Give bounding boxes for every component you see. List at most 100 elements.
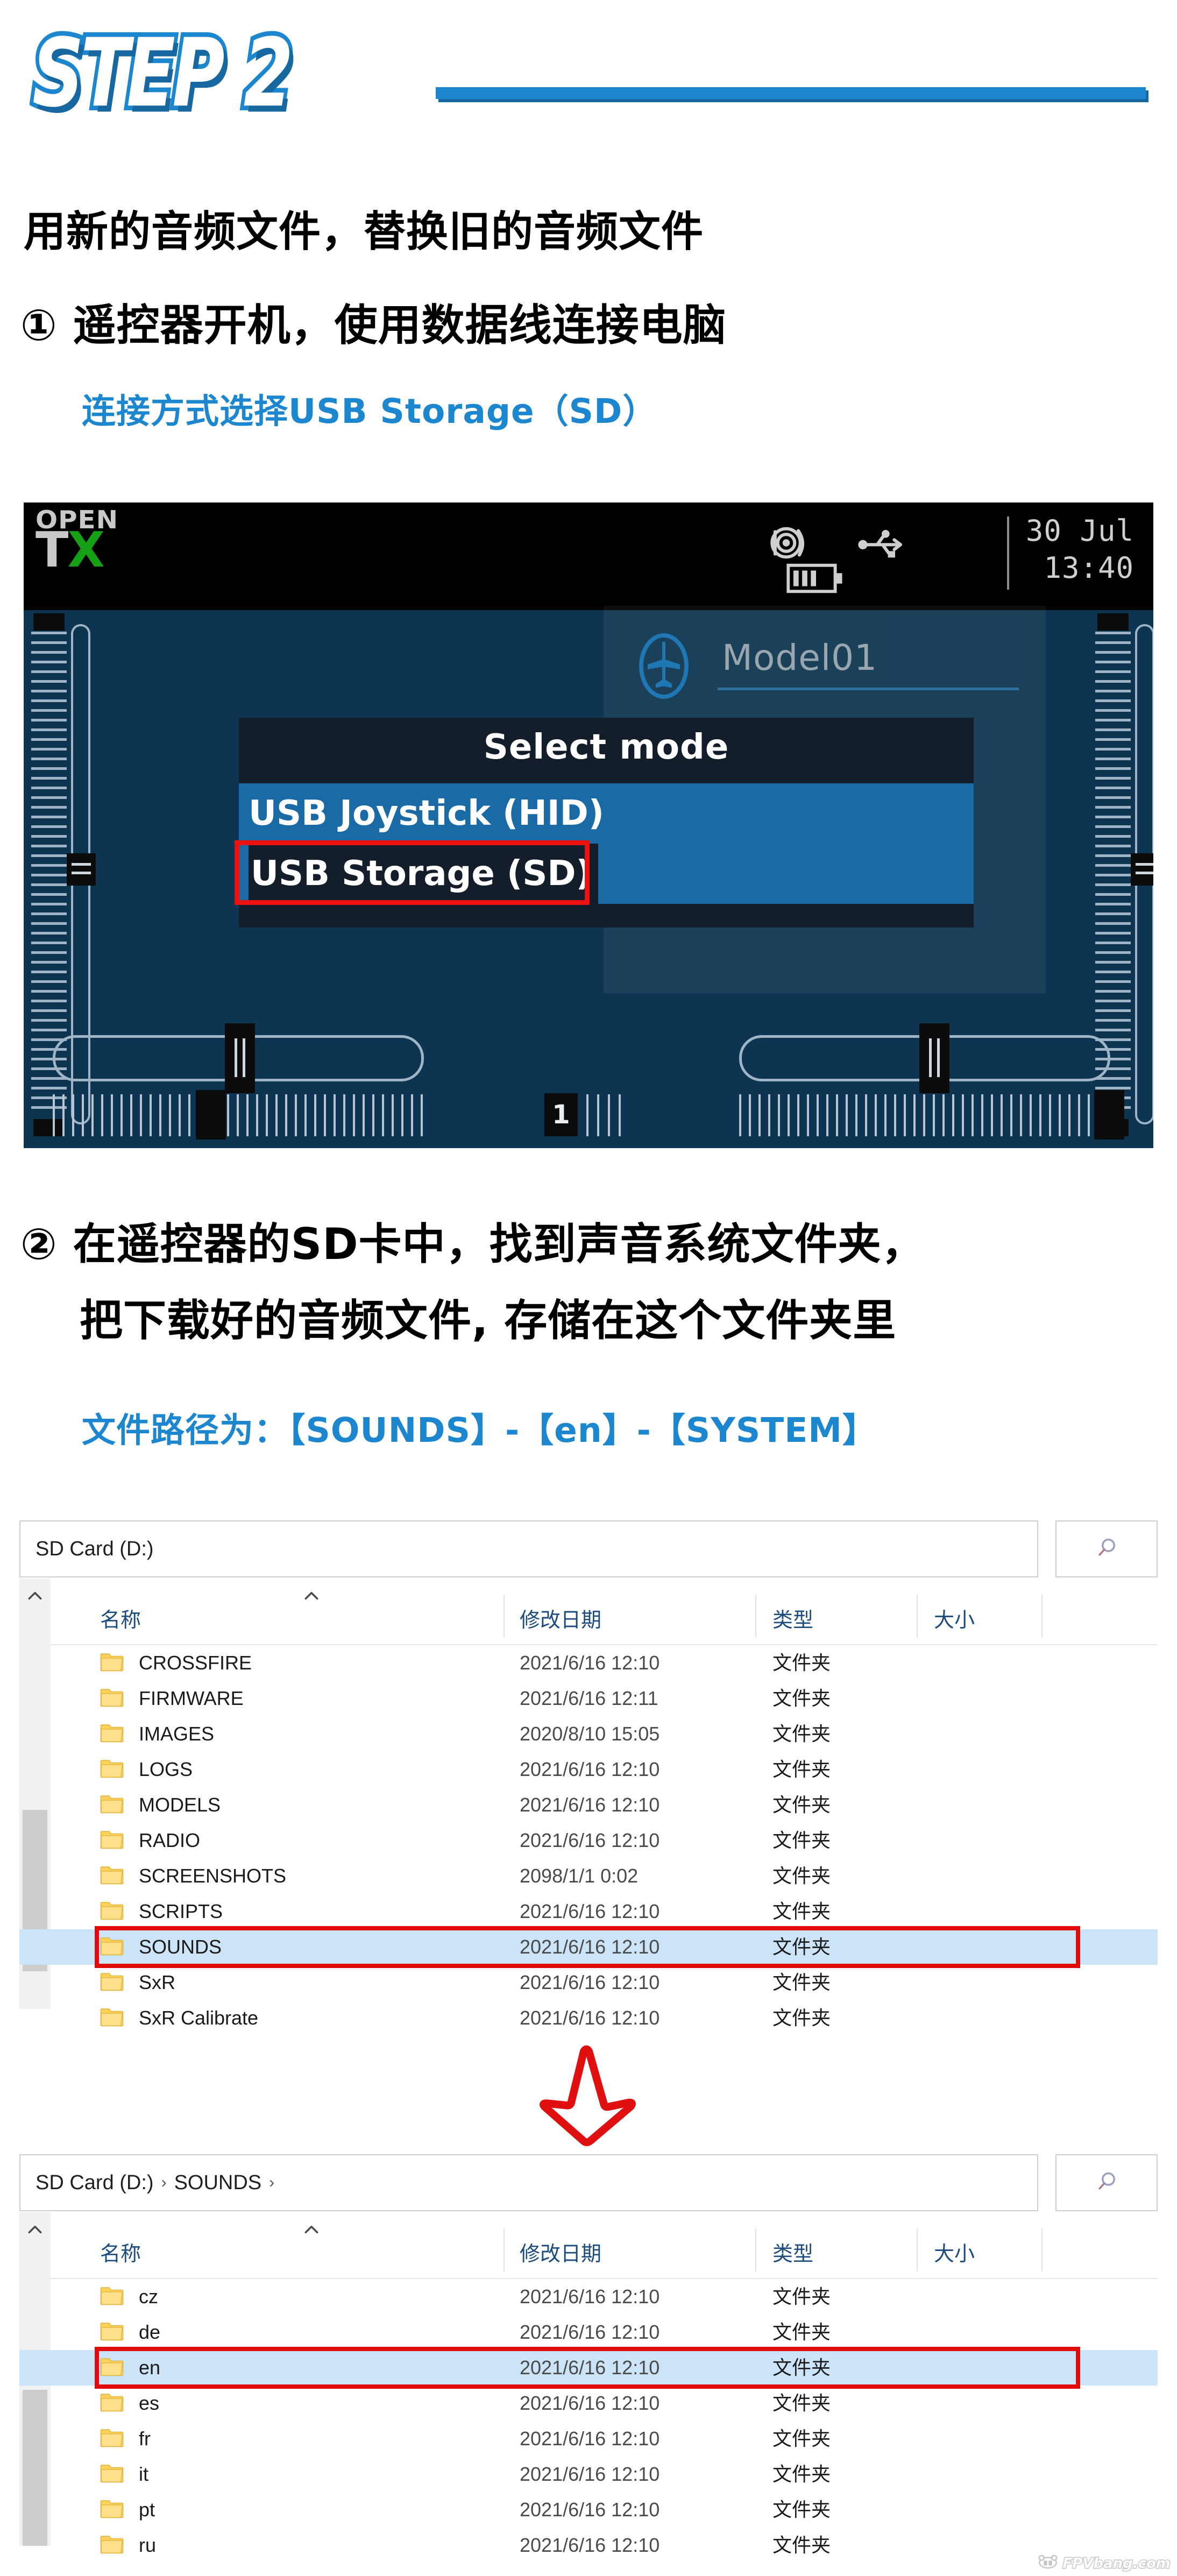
table-row[interactable]: SOUNDS 2021/6/16 12:10 文件夹 bbox=[19, 1926, 1158, 1968]
cell-name: SCREENSHOTS bbox=[139, 1865, 287, 1887]
cell-type: 文件夹 bbox=[772, 1936, 831, 1958]
column-header-type[interactable]: 类型 bbox=[772, 2237, 813, 2267]
dialog-option-usb-storage[interactable]: USB Storage (SD) bbox=[235, 840, 974, 905]
table-row[interactable]: SCRIPTS 2021/6/16 12:10 文件夹 bbox=[19, 1894, 1158, 1929]
column-header-type[interactable]: 类型 bbox=[772, 1603, 813, 1633]
folder-icon bbox=[100, 1863, 124, 1889]
breadcrumb[interactable]: SD Card (D:) › SOUNDS › bbox=[20, 2171, 274, 2195]
table-row[interactable]: en 2021/6/16 12:10 文件夹 bbox=[19, 2347, 1158, 2389]
right-slider-top-cap bbox=[1097, 613, 1129, 631]
cell-name: MODELS bbox=[139, 1794, 221, 1816]
folder-icon bbox=[100, 2319, 124, 2345]
left-slider-knob[interactable] bbox=[67, 853, 96, 886]
breadcrumb-separator: › bbox=[161, 2174, 167, 2191]
model-name: Model01 bbox=[722, 637, 878, 678]
left-horizontal-trim[interactable] bbox=[53, 1023, 424, 1093]
cell-type: 文件夹 bbox=[772, 1758, 831, 1780]
cell-type: 文件夹 bbox=[772, 1865, 831, 1887]
cell-name: pt bbox=[139, 2499, 155, 2521]
page-title: 用新的音频文件，替换旧的音频文件 bbox=[24, 208, 704, 256]
breadcrumb-item-0[interactable]: SD Card (D:) bbox=[36, 2171, 154, 2195]
cell-date: 2021/6/16 12:10 bbox=[520, 2499, 660, 2521]
folder-icon bbox=[100, 2390, 124, 2416]
table-row[interactable]: MODELS 2021/6/16 12:10 文件夹 bbox=[19, 1787, 1158, 1823]
cell-name: SOUNDS bbox=[139, 1936, 222, 1958]
breadcrumb-item-1[interactable]: SOUNDS bbox=[174, 2171, 262, 2195]
dialog-title: Select mode bbox=[483, 727, 729, 767]
cell-type: 文件夹 bbox=[772, 2499, 831, 2521]
column-divider bbox=[1041, 2228, 1043, 2271]
dialog-option-usb-joystick[interactable]: USB Joystick (HID) bbox=[239, 783, 974, 844]
step-2-heading-line1: ② 在遥控器的SD卡中，找到声音系统文件夹， bbox=[20, 1219, 925, 1269]
table-row[interactable]: SxR 2021/6/16 12:10 文件夹 bbox=[19, 1965, 1158, 2000]
cell-date: 2021/6/16 12:10 bbox=[520, 2285, 660, 2308]
cell-name: CROSSFIRE bbox=[139, 1652, 252, 1674]
search-input[interactable] bbox=[1055, 1520, 1158, 1577]
cell-name: cz bbox=[139, 2285, 158, 2308]
cell-date: 2021/6/16 12:10 bbox=[520, 1829, 660, 1851]
cell-type: 文件夹 bbox=[772, 2392, 831, 2414]
cell-date: 2021/6/16 12:10 bbox=[520, 2428, 660, 2450]
table-row[interactable]: LOGS 2021/6/16 12:10 文件夹 bbox=[19, 1752, 1158, 1787]
table-row[interactable]: CROSSFIRE 2021/6/16 12:10 文件夹 bbox=[19, 1645, 1158, 1681]
address-bar[interactable]: SD Card (D:) › SOUNDS › bbox=[19, 2154, 1038, 2211]
right-slider-knob[interactable] bbox=[1131, 853, 1153, 886]
column-header-name[interactable]: 名称 bbox=[100, 1603, 141, 1633]
column-divider bbox=[917, 2228, 918, 2271]
cell-name: de bbox=[139, 2321, 161, 2343]
cell-date: 2021/6/16 12:10 bbox=[520, 2356, 660, 2379]
radio-time: 13:40 bbox=[1044, 551, 1134, 585]
table-row[interactable]: FIRMWARE 2021/6/16 12:11 文件夹 bbox=[19, 1681, 1158, 1716]
table-row[interactable]: cz 2021/6/16 12:10 文件夹 bbox=[19, 2279, 1158, 2315]
address-bar[interactable]: SD Card (D:) bbox=[19, 1520, 1038, 1577]
table-row[interactable]: es 2021/6/16 12:10 文件夹 bbox=[19, 2386, 1158, 2421]
radio-status-bar: OPEN TX 30 Jul 13:40 bbox=[24, 503, 1153, 610]
left-stick-ticks bbox=[53, 1094, 424, 1136]
right-horizontal-trim[interactable] bbox=[739, 1023, 1110, 1093]
cell-type: 文件夹 bbox=[772, 1971, 831, 1993]
cell-name: en bbox=[139, 2356, 161, 2379]
highlight-box bbox=[235, 840, 590, 905]
breadcrumb[interactable]: SD Card (D:) bbox=[20, 1538, 154, 1561]
radio-date: 30 Jul bbox=[1025, 514, 1134, 548]
scroll-up-icon[interactable] bbox=[27, 2224, 43, 2238]
folder-icon bbox=[100, 2496, 124, 2523]
cell-date: 2021/6/16 12:10 bbox=[520, 1794, 660, 1816]
airplane-icon bbox=[628, 631, 699, 702]
cell-type: 文件夹 bbox=[772, 2534, 831, 2556]
search-input[interactable] bbox=[1055, 2154, 1158, 2211]
table-row[interactable]: IMAGES 2020/8/10 15:05 文件夹 bbox=[19, 1716, 1158, 1752]
cell-name: RADIO bbox=[139, 1829, 201, 1851]
column-header-date[interactable]: 修改日期 bbox=[520, 1603, 601, 1633]
cell-name: SxR bbox=[139, 1971, 176, 1993]
right-trim-knob[interactable] bbox=[919, 1023, 949, 1093]
table-row[interactable]: de 2021/6/16 12:10 文件夹 bbox=[19, 2315, 1158, 2350]
cell-name: SCRIPTS bbox=[139, 1900, 223, 1922]
column-divider bbox=[755, 2228, 756, 2271]
column-header-name[interactable]: 名称 bbox=[100, 2237, 141, 2267]
step-2-heading-line2: 把下载好的音频文件, 存储在这个文件夹里 bbox=[80, 1296, 897, 1346]
breadcrumb-item-0[interactable]: SD Card (D:) bbox=[36, 1538, 154, 1561]
table-row[interactable]: ru 2021/6/16 12:10 文件夹 bbox=[19, 2528, 1158, 2563]
site-watermark: FPVbang.com bbox=[1037, 2554, 1172, 2572]
cell-type: 文件夹 bbox=[772, 1794, 831, 1816]
cell-name: FIRMWARE bbox=[139, 1687, 244, 1709]
table-row[interactable]: RADIO 2021/6/16 12:10 文件夹 bbox=[19, 1823, 1158, 1858]
cell-name: LOGS bbox=[139, 1758, 193, 1780]
left-trim-knob[interactable] bbox=[225, 1023, 255, 1093]
column-header-date[interactable]: 修改日期 bbox=[520, 2237, 601, 2267]
folder-icon bbox=[100, 2005, 124, 2031]
column-header-size[interactable]: 大小 bbox=[934, 2237, 975, 2267]
opentx-radio-screen: OPEN TX 30 Jul 13:40 Model01 Select mode… bbox=[24, 503, 1153, 1148]
column-header-size[interactable]: 大小 bbox=[934, 1603, 975, 1633]
select-mode-dialog: Select mode USB Joystick (HID) USB Stora… bbox=[235, 718, 974, 928]
table-row[interactable]: SxR Calibrate 2021/6/16 12:10 文件夹 bbox=[19, 2000, 1158, 2036]
table-row[interactable]: it 2021/6/16 12:10 文件夹 bbox=[19, 2457, 1158, 2492]
table-row[interactable]: fr 2021/6/16 12:10 文件夹 bbox=[19, 2421, 1158, 2457]
table-row[interactable]: SCREENSHOTS 2098/1/1 0:02 文件夹 bbox=[19, 1858, 1158, 1894]
cell-date: 2021/6/16 12:10 bbox=[520, 1758, 660, 1780]
step-1-heading: ① 遥控器开机，使用数据线连接电脑 bbox=[20, 300, 727, 350]
scroll-up-icon[interactable] bbox=[27, 1590, 43, 1604]
sort-ascending-icon bbox=[303, 2224, 320, 2238]
table-row[interactable]: pt 2021/6/16 12:10 文件夹 bbox=[19, 2492, 1158, 2528]
